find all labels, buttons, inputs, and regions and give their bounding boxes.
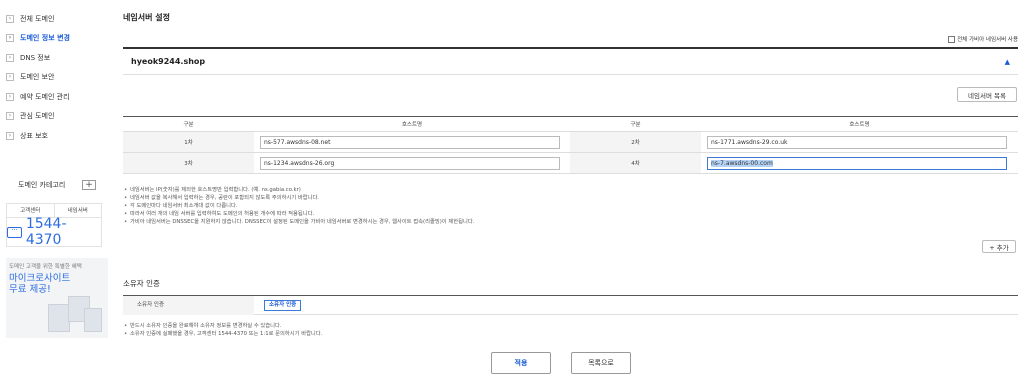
page-title: 네임서버 설정 (123, 13, 170, 22)
column-header: 호스트명 (254, 116, 570, 132)
customer-center-box: 고객센터 네임서버 ··· 1544-4370 (6, 203, 102, 248)
sidebar: › 전체 도메인 › 도메인 정보 변경 › DNS 정보 › 도메인 보안 › 예약 도… (0, 0, 110, 390)
ns-label-2: 2차 (570, 131, 701, 153)
ns-input-4[interactable]: ns-7.awsdns-00.com (707, 156, 1007, 170)
table-row: 3차 ns-1234.awsdns-26.org 4차 ns-7.awsdns-… (123, 152, 1018, 174)
sidebar-item-trademark[interactable]: › 상표 보호 (0, 126, 110, 146)
ns-label-4: 4차 (570, 152, 701, 174)
checkbox-box[interactable] (948, 35, 956, 43)
chevron-right-icon: › (6, 73, 14, 82)
nameserver-notes: 네임서버는 IP(숫자)를 제외한 호스트명만 입력합니다. (예. ns.ga… (123, 186, 474, 226)
add-category-button[interactable]: + (82, 180, 96, 190)
promo-illustration (44, 294, 104, 334)
chevron-right-icon: › (6, 112, 14, 121)
sidebar-item-label: 도메인 정보 변경 (20, 34, 70, 43)
phone-number-text: 1544-4370 (25, 216, 67, 248)
sidebar-item-label: 예약 도메인 관리 (20, 92, 70, 101)
column-header: 구분 (123, 116, 254, 132)
ns-label-1: 1차 (123, 131, 254, 153)
column-header: 구분 (570, 116, 701, 132)
promo-subtitle: 도메인 고객을 위한 특별한 혜택 (9, 264, 82, 270)
use-all-gabia-ns-checkbox[interactable]: 전체 가비아 네임서버 사용 (948, 35, 1018, 43)
list-item: 각 도메인마다 네임서버 최소개대 값이 다릅니다. (123, 202, 474, 210)
sidebar-item-watched-domains[interactable]: › 관심 도메인 (0, 107, 110, 127)
add-nameserver-button[interactable]: + 추가 (982, 240, 1016, 253)
ns-input-1[interactable]: ns-577.awsdns-08.net (260, 135, 560, 149)
table-row: 1차 ns-577.awsdns-08.net 2차 ns-1771.awsdn… (123, 131, 1018, 153)
owner-auth-button[interactable]: 소유자 인증 (264, 299, 302, 311)
chevron-right-icon: › (6, 34, 14, 43)
back-to-list-button[interactable]: 목록으로 (571, 352, 631, 374)
chevron-right-icon: › (6, 53, 14, 62)
main-content: 네임서버 설정 전체 가비아 네임서버 사용 hyeok9244.shop ▲ … (123, 0, 1018, 390)
list-item: 네임서버 값을 복사해서 입력하는 경우, 공란이 포함되지 않도록 주의하시기… (123, 194, 474, 202)
chevron-right-icon: › (6, 131, 14, 140)
phone-number: ··· 1544-4370 (7, 216, 101, 248)
chat-icon: ··· (7, 226, 22, 238)
apply-button[interactable]: 적용 (491, 352, 551, 374)
domain-name: hyeok9244.shop (131, 57, 206, 66)
sidebar-item-label: 상표 보호 (20, 131, 48, 140)
owner-notes: 반드시 소유자 인증을 완료해야 소유자 정보를 변경하실 수 있습니다. 소유… (123, 322, 322, 338)
owner-auth-row: 소유자 인증 소유자 인증 (123, 295, 1018, 315)
ns-label-3: 3차 (123, 152, 254, 174)
domain-category: 도메인 카테고리 + (6, 175, 102, 195)
sidebar-nav: › 전체 도메인 › 도메인 정보 변경 › DNS 정보 › 도메인 보안 › 예약 도… (0, 0, 110, 146)
domain-category-label: 도메인 카테고리 (18, 181, 66, 189)
sidebar-item-label: 전체 도메인 (20, 14, 55, 23)
sidebar-item-domain-security[interactable]: › 도메인 보안 (0, 68, 110, 88)
column-header: 호스트명 (701, 116, 1018, 132)
sidebar-item-label: DNS 정보 (20, 53, 51, 62)
promo-title: 마이크로사이트 무료 제공! (9, 273, 105, 295)
sidebar-item-label: 도메인 보안 (20, 73, 55, 82)
ns-input-3[interactable]: ns-1234.awsdns-26.org (260, 156, 560, 170)
owner-auth-label: 소유자 인증 (123, 295, 254, 315)
list-item: 네임서버는 IP(숫자)를 제외한 호스트명만 입력합니다. (예. ns.ga… (123, 186, 474, 194)
collapse-arrow-icon[interactable]: ▲ (1005, 58, 1010, 66)
sidebar-item-label: 관심 도메인 (20, 112, 55, 121)
sidebar-item-domain-info-change[interactable]: › 도메인 정보 변경 (0, 29, 110, 49)
chevron-right-icon: › (6, 14, 14, 23)
list-item: 소유자 인증에 실패했을 경우, 고객센터 1544-4370 또는 1:1로 … (123, 330, 322, 338)
sidebar-item-all-domains[interactable]: › 전체 도메인 (0, 9, 110, 29)
list-item: 반드시 소유자 인증을 완료해야 소유자 정보를 변경하실 수 있습니다. (123, 322, 322, 330)
list-item: 따라서 여러 개의 네임 서버를 입력하여도 도메인의 허용된 개수에 따라 적… (123, 210, 474, 218)
owner-auth-title: 소유자 인증 (123, 279, 160, 288)
selected-text: ns-7.awsdns-00.com (711, 159, 773, 167)
sidebar-item-reserved-domains[interactable]: › 예약 도메인 관리 (0, 87, 110, 107)
promo-title-line1: 마이크로사이트 (9, 273, 71, 284)
microsite-promo-banner[interactable]: 도메인 고객을 위한 특별한 혜택 마이크로사이트 무료 제공! (6, 258, 108, 338)
ns-input-2[interactable]: ns-1771.awsdns-29.co.uk (707, 135, 1007, 149)
nameserver-list-button[interactable]: 네임서버 목록 (957, 87, 1017, 102)
nameserver-table: 구분 호스트명 구분 호스트명 1차 ns-577.awsdns-08.net … (123, 116, 1018, 174)
sidebar-item-dns-info[interactable]: › DNS 정보 (0, 48, 110, 68)
domain-header[interactable]: hyeok9244.shop ▲ (123, 47, 1018, 75)
chevron-right-icon: › (6, 92, 14, 101)
list-item: 가비아 네임서버는 DNSSEC을 지원하지 않습니다. DNSSEC이 설정된… (123, 218, 474, 226)
use-all-label: 전체 가비아 네임서버 사용 (957, 37, 1018, 43)
